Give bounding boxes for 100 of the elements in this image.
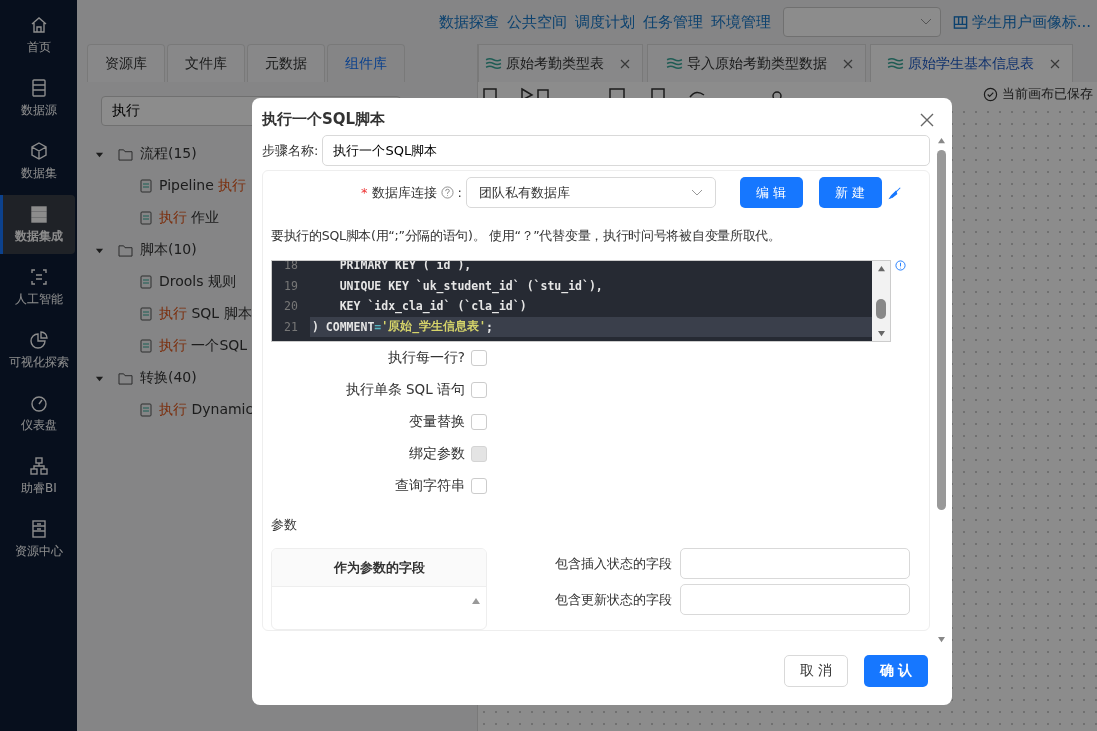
editor-tab[interactable]: 导入原始考勤类型数据	[647, 44, 866, 82]
sidebar-item[interactable]: 数据集成	[0, 195, 75, 254]
folder-icon	[118, 371, 133, 385]
tree-item[interactable]: Drools 规则	[159, 273, 236, 291]
scroll-down-icon[interactable]	[876, 330, 886, 337]
folder-icon	[118, 147, 133, 161]
scroll-up-icon[interactable]	[471, 597, 481, 605]
field-label: 步骤名称:	[262, 141, 319, 160]
required-mark: *	[361, 185, 368, 200]
sidebar-item[interactable]: 首页	[0, 6, 75, 65]
scroll-up-icon[interactable]	[936, 137, 946, 144]
connection-select[interactable]: 团队私有数据库	[465, 177, 716, 208]
scroll-thumb[interactable]	[936, 150, 946, 510]
wave-icon	[887, 57, 904, 70]
gauge-icon	[29, 393, 49, 413]
library-tab[interactable]: 元数据	[247, 44, 325, 82]
cabinet-icon	[29, 519, 49, 539]
nav-link[interactable]: 任务管理	[642, 12, 703, 32]
server-icon	[29, 78, 49, 98]
connection-button[interactable]: 编 辑	[739, 177, 803, 208]
nav-link[interactable]: 调度计划	[574, 12, 635, 32]
close-icon[interactable]	[620, 58, 630, 69]
section-title: 参数	[271, 516, 298, 534]
line-number: 21	[283, 319, 299, 334]
info-icon[interactable]	[895, 260, 906, 271]
sidebar-item[interactable]: 可视化探索	[0, 321, 75, 380]
editor-tab[interactable]: 原始考勤类型表	[478, 44, 643, 82]
step-icon	[139, 274, 155, 290]
wave-icon	[666, 57, 683, 70]
scrollbar[interactable]	[872, 261, 890, 341]
save-status: 当前画布已保存	[1002, 85, 1093, 103]
close-icon[interactable]	[920, 112, 934, 127]
help-icon[interactable]	[440, 186, 454, 199]
pie-chart-icon	[29, 330, 49, 350]
editor-tab[interactable]: 原始学生基本信息表	[870, 44, 1073, 82]
step-icon	[139, 402, 155, 418]
nav-link[interactable]: 公共空间	[506, 12, 567, 32]
scan-icon	[29, 267, 49, 287]
scroll-down-icon[interactable]	[936, 636, 946, 643]
scroll-up-icon[interactable]	[876, 265, 886, 272]
dialog-button[interactable]: 确 认	[864, 655, 928, 687]
scroll-thumb[interactable]	[876, 299, 886, 319]
colon: :	[457, 185, 462, 200]
dialog-title: 执行一个SQL脚本	[262, 110, 386, 129]
checkbox[interactable]	[471, 350, 487, 366]
library-tab[interactable]: 资源库	[87, 44, 165, 82]
hierarchy-icon	[29, 456, 49, 476]
nav-link[interactable]: 环境管理	[710, 12, 771, 32]
tree-group-label[interactable]: 脚本(10)	[140, 241, 197, 259]
server-icon	[29, 204, 49, 224]
connection-button[interactable]: 新 建	[818, 177, 882, 208]
step-icon	[139, 338, 155, 354]
line-number: 19	[283, 278, 299, 293]
broom-icon[interactable]	[887, 185, 902, 200]
close-icon[interactable]	[1050, 58, 1060, 69]
step-name-field[interactable]: 执行一个SQL脚本	[322, 135, 930, 166]
sidebar-item[interactable]: 人工智能	[0, 258, 75, 317]
line-number: 18	[283, 261, 299, 273]
checkbox[interactable]	[471, 414, 487, 430]
step-icon	[139, 210, 155, 226]
caret-icon	[690, 188, 703, 197]
checkbox[interactable]	[471, 382, 487, 398]
caret-icon	[919, 18, 932, 26]
sidebar-item[interactable]: 助睿BI	[0, 447, 75, 506]
line-number: 20	[283, 299, 299, 314]
tree-item[interactable]: 执行 SQL 脚本	[159, 305, 252, 323]
option-label: 绑定参数	[409, 445, 465, 463]
option-label: 执行每一行?	[387, 349, 465, 367]
tree-item[interactable]: Pipeline 执行	[159, 177, 247, 195]
cube-icon	[29, 141, 49, 161]
sidebar-item[interactable]: 数据源	[0, 69, 75, 128]
checkbox[interactable]	[471, 478, 487, 494]
project-link[interactable]: 学生用户画像标...	[971, 12, 1091, 32]
nav-link[interactable]: 数据探查	[438, 12, 499, 32]
tree-group-label[interactable]: 流程(15)	[140, 145, 197, 163]
input-field[interactable]	[680, 548, 910, 579]
input-field[interactable]	[680, 584, 910, 615]
home-icon	[29, 15, 49, 35]
check-circle-icon	[983, 86, 998, 102]
option-label: 查询字符串	[395, 477, 465, 495]
library-tab[interactable]: 组件库	[327, 44, 405, 82]
field-label: 数据库连接	[371, 183, 437, 202]
step-icon	[139, 306, 155, 322]
tree-group-label[interactable]: 转换(40)	[140, 369, 197, 387]
sidebar-item[interactable]: 仪表盘	[0, 384, 75, 443]
tree-item[interactable]: 执行 Dynamic	[159, 401, 254, 419]
tree-item[interactable]: 执行 一个SQL	[159, 337, 248, 355]
step-icon	[139, 178, 155, 194]
sidebar-item[interactable]: 数据集	[0, 132, 75, 191]
field-label: 包含更新状态的字段	[555, 590, 672, 609]
tree-item[interactable]: 执行 作业	[159, 209, 220, 227]
sidebar-item[interactable]: 资源中心	[0, 510, 75, 569]
option-label: 变量替换	[409, 413, 465, 431]
close-icon[interactable]	[843, 58, 853, 69]
field-label: 包含插入状态的字段	[555, 554, 672, 573]
column-header: 作为参数的字段	[272, 549, 486, 587]
board-icon	[952, 14, 968, 30]
library-tab[interactable]: 文件库	[167, 44, 245, 82]
code-line: KEY `idx_cla_id` (`cla_id`)	[338, 298, 528, 316]
dialog-button[interactable]: 取 消	[784, 655, 848, 687]
